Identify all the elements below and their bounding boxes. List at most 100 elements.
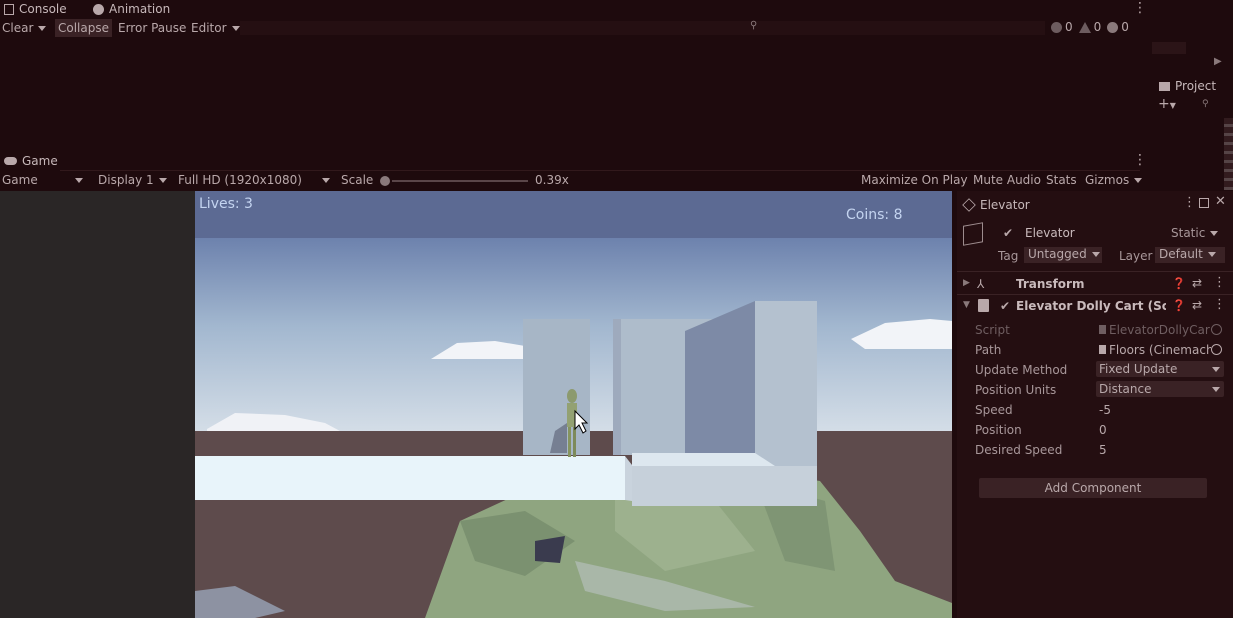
main-platform [195, 456, 625, 500]
position-label: Position [975, 423, 1022, 437]
player-leg [573, 427, 576, 457]
object-picker-icon[interactable] [1211, 344, 1222, 355]
error-pause-button[interactable]: Error Pause [118, 21, 186, 35]
expand-arrow-icon[interactable]: ▶ [963, 278, 970, 288]
divider [957, 294, 1233, 295]
game-scene [195, 301, 952, 618]
static-dropdown[interactable]: Static [1171, 226, 1218, 240]
add-component-button[interactable]: Add Component [979, 478, 1207, 498]
gameobject-cube-icon [963, 222, 983, 246]
tag-label: Tag [998, 249, 1019, 263]
component-menu-icon[interactable]: ⋮ [1213, 275, 1226, 290]
game-letterbox [0, 191, 195, 618]
elevator-edge [613, 319, 621, 455]
tab-animation[interactable]: Animation [93, 2, 170, 16]
platform-edge [625, 456, 632, 501]
update-method-dropdown[interactable]: Fixed Update [1096, 361, 1224, 377]
editor-label: Editor [191, 21, 227, 35]
display-label: Display 1 [98, 173, 154, 187]
tab-console[interactable]: Console [4, 2, 67, 16]
project-asset-icons [1224, 118, 1233, 190]
mute-audio-toggle[interactable]: Mute Audio [973, 173, 1041, 187]
presets-icon[interactable]: ⇄ [1192, 298, 1202, 312]
script-icon [978, 299, 989, 312]
tab-animation-label: Animation [109, 2, 171, 16]
cloud [207, 413, 340, 431]
path-file-icon [1099, 345, 1106, 354]
maximize-on-play-toggle[interactable]: Maximize On Play [861, 173, 968, 187]
transform-header[interactable]: Transform [1016, 277, 1084, 291]
stats-toggle[interactable]: Stats [1046, 173, 1077, 187]
error-pause-label: Error Pause [118, 21, 187, 35]
tab-inspector-label: Elevator [980, 198, 1030, 212]
layer-dropdown[interactable]: Default [1155, 247, 1225, 263]
tab-inspector[interactable]: Elevator [962, 198, 1030, 212]
position-units-dropdown[interactable]: Distance [1096, 381, 1224, 397]
collapse-arrow-icon[interactable]: ▼ [963, 300, 970, 310]
collapse-button[interactable]: Collapse [55, 19, 112, 37]
path-value: Floors (Cinemach [1109, 343, 1211, 357]
tab-project-label: Project [1175, 79, 1217, 93]
position-field[interactable]: 0 [1099, 423, 1107, 437]
editor-dropdown[interactable]: Editor [191, 21, 240, 35]
active-checkbox[interactable]: ✔ [1003, 226, 1013, 240]
maximize-icon[interactable] [1199, 198, 1209, 208]
dolly-cart-header[interactable]: Elevator Dolly Cart (Script) [1016, 299, 1166, 313]
elevator-platform [632, 466, 817, 506]
help-icon[interactable]: ❓ [1172, 299, 1186, 312]
cloud [851, 319, 952, 349]
tab-console-label: Console [19, 2, 67, 16]
add-component-label: Add Component [1044, 481, 1142, 495]
cube-icon [962, 198, 976, 212]
error-count-toggle[interactable]: 0 [1107, 20, 1129, 34]
object-name-field[interactable]: Elevator [1025, 226, 1075, 240]
project-search-icon[interactable]: ⚲ [1202, 99, 1209, 109]
presets-icon[interactable]: ⇄ [1192, 276, 1202, 290]
display-dropdown[interactable]: Display 1 [98, 173, 167, 187]
info-count: 0 [1065, 20, 1073, 34]
inspector-panel: Elevator ⋮ ✕ ✔ Elevator Static Tag Untag… [957, 191, 1233, 618]
component-menu-icon[interactable]: ⋮ [1213, 297, 1226, 312]
divider [957, 271, 1233, 272]
create-asset-button[interactable]: +▼ [1158, 96, 1176, 112]
info-count-toggle[interactable]: 0 [1051, 20, 1073, 34]
scale-label: Scale [341, 173, 374, 187]
game-mode-dropdown[interactable]: Game [2, 173, 83, 187]
console-scroll-handle[interactable] [1152, 42, 1186, 54]
component-enabled-checkbox[interactable]: ✔ [1000, 299, 1010, 313]
path-label: Path [975, 343, 1002, 357]
inspector-menu-icon[interactable]: ⋮ [1183, 195, 1196, 210]
resolution-dropdown[interactable]: Full HD (1920x1080) [178, 173, 330, 187]
tab-project[interactable]: Project [1159, 79, 1216, 93]
elevator-platform-top [632, 453, 775, 466]
player-leg [568, 427, 571, 457]
help-icon[interactable]: ❓ [1172, 277, 1186, 290]
close-icon[interactable]: ✕ [1215, 194, 1226, 209]
update-method-label: Update Method [975, 363, 1068, 377]
layer-value: Default [1159, 247, 1203, 261]
speed-field[interactable]: -5 [1099, 403, 1111, 417]
console-search-input[interactable]: ⚲ [240, 20, 1045, 35]
expand-arrow-icon[interactable]: ▶ [1214, 56, 1222, 67]
gizmos-dropdown[interactable]: Gizmos [1085, 173, 1142, 187]
game-menu-icon[interactable]: ⋮ [1133, 152, 1147, 168]
game-viewport[interactable]: Lives: 3 Coins: 8 [195, 191, 952, 618]
gamepad-icon [4, 157, 17, 165]
warning-count: 0 [1093, 20, 1102, 34]
layer-label: Layer [1119, 249, 1153, 263]
scale-slider-thumb[interactable] [380, 176, 390, 186]
position-units-label: Position Units [975, 383, 1057, 397]
object-picker-icon [1211, 324, 1222, 335]
path-field[interactable]: Floors (Cinemach [1099, 343, 1211, 357]
tag-dropdown[interactable]: Untagged [1024, 247, 1102, 263]
scale-slider-track[interactable] [392, 180, 528, 182]
desired-speed-label: Desired Speed [975, 443, 1063, 457]
clear-button[interactable]: Clear [2, 21, 46, 35]
folder-icon [1159, 81, 1170, 91]
console-menu-icon[interactable]: ⋮ [1133, 0, 1147, 16]
tab-game[interactable]: Game [4, 154, 58, 168]
game-mode-label: Game [2, 173, 38, 187]
update-method-value: Fixed Update [1099, 362, 1178, 376]
desired-speed-field[interactable]: 5 [1099, 443, 1107, 457]
warning-count-toggle[interactable]: 0 [1078, 20, 1102, 34]
